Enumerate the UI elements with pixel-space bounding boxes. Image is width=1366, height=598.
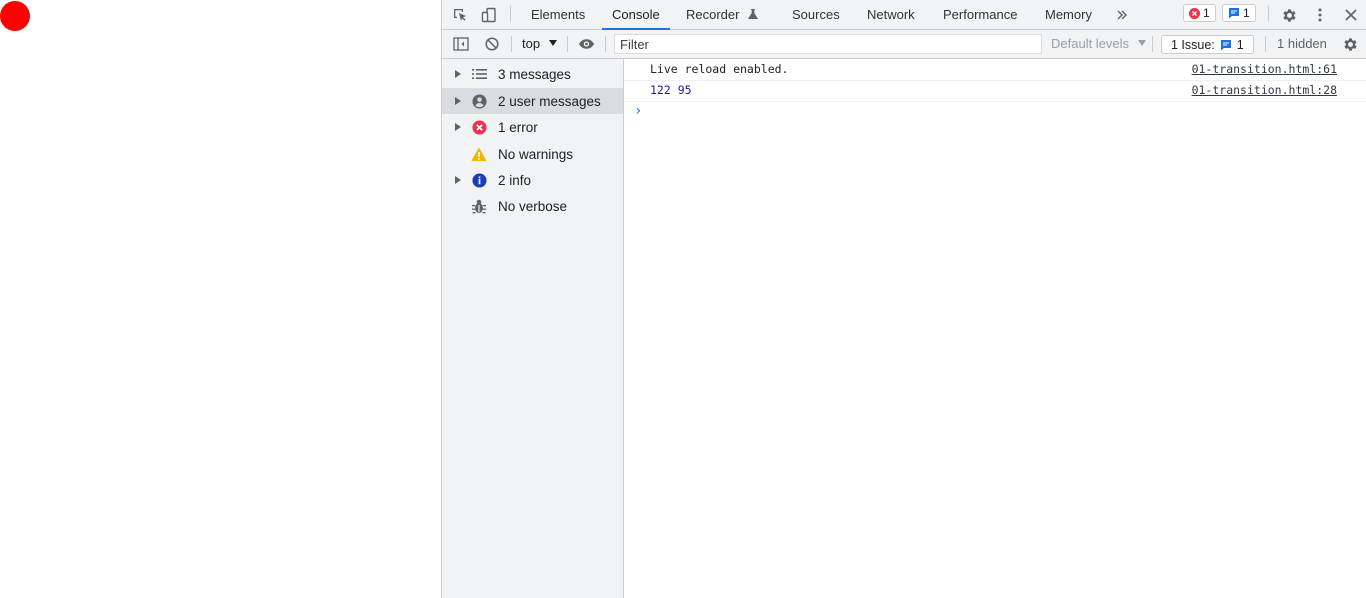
console-settings-gear-icon[interactable] [1340, 34, 1360, 54]
context-label: top [522, 36, 541, 51]
error-icon [471, 119, 487, 135]
info-icon [471, 172, 487, 188]
devtools-panel: Elements Console Recorder Sources Networ… [441, 0, 1366, 598]
issues-button[interactable]: 1 Issue: 1 [1161, 35, 1254, 54]
tab-performance[interactable]: Performance [943, 0, 1017, 29]
separator [605, 36, 606, 52]
inspect-element-icon[interactable] [450, 5, 470, 25]
list-icon [471, 66, 487, 82]
tab-elements[interactable]: Elements [531, 0, 585, 29]
tab-recorder-label: Recorder [686, 7, 740, 22]
tab-sources[interactable]: Sources [792, 0, 840, 29]
context-selector[interactable]: top [522, 30, 557, 58]
log-levels-dropdown[interactable]: Default levels [1051, 30, 1146, 58]
expand-arrow-icon [455, 123, 461, 131]
close-icon[interactable] [1341, 5, 1361, 25]
red-circle [0, 1, 30, 31]
dropdown-arrow-icon [548, 40, 557, 46]
issues-label: 1 Issue: [1171, 37, 1215, 52]
sidebar-item-info[interactable]: 2 info [442, 167, 623, 193]
separator [1152, 36, 1153, 52]
separator [1268, 6, 1269, 22]
message-count-badge[interactable]: 1 [1222, 4, 1256, 22]
error-count: 1 [1203, 6, 1210, 20]
expand-arrow-icon [455, 97, 461, 105]
console-toolbar: top Default levels 1 Issue: 1 1 hidden [442, 30, 1366, 59]
devtools-tabbar: Elements Console Recorder Sources Networ… [442, 0, 1366, 30]
clear-console-icon[interactable] [482, 34, 502, 54]
sidebar-item-label: No warnings [498, 146, 574, 162]
device-toolbar-icon[interactable] [479, 5, 499, 25]
more-options-icon[interactable] [1310, 5, 1330, 25]
separator [511, 36, 512, 52]
message-text: 122 95 [650, 83, 692, 97]
sidebar-item-label: No verbose [498, 198, 568, 214]
console-prompt-chevron-icon[interactable]: › [634, 103, 642, 119]
bug-icon [471, 198, 487, 214]
message-icon [1228, 7, 1240, 19]
expand-arrow-icon [455, 176, 461, 184]
filter-input[interactable] [614, 34, 1042, 54]
settings-gear-icon[interactable] [1279, 5, 1299, 25]
source-link[interactable]: 01-transition.html:61 [1192, 62, 1337, 76]
tab-memory[interactable]: Memory [1045, 0, 1092, 29]
sidebar-item-messages[interactable]: 3 messages [442, 61, 623, 87]
console-output: Live reload enabled. 01-transition.html:… [624, 59, 1366, 598]
tab-recorder[interactable]: Recorder [686, 0, 759, 29]
tab-network[interactable]: Network [867, 0, 915, 29]
more-tabs-icon[interactable] [1112, 5, 1132, 25]
sidebar-item-verbose[interactable]: No verbose [442, 193, 623, 219]
sidebar-item-label: 2 info [498, 172, 532, 188]
user-icon [471, 93, 487, 109]
expand-arrow-icon [455, 70, 461, 78]
page-viewport [0, 0, 441, 598]
issue-message-icon [1220, 39, 1232, 51]
flask-icon [747, 1, 759, 30]
sidebar-item-errors[interactable]: 1 error [442, 114, 623, 140]
source-link[interactable]: 01-transition.html:28 [1192, 83, 1337, 97]
message-text: Live reload enabled. [650, 62, 789, 76]
error-count-badge[interactable]: 1 [1183, 4, 1216, 22]
live-expression-eye-icon[interactable] [576, 34, 596, 54]
sidebar-item-label: 3 messages [498, 66, 571, 82]
tab-console[interactable]: Console [602, 0, 670, 30]
hidden-count: 1 hidden [1277, 36, 1327, 51]
separator [1265, 36, 1266, 52]
sidebar-toggle-icon[interactable] [451, 34, 471, 54]
error-icon [1189, 7, 1200, 19]
message-count: 1 [1243, 6, 1250, 20]
console-sidebar: 3 messages 2 user messages 1 error No wa… [442, 59, 624, 598]
sidebar-item-warnings[interactable]: No warnings [442, 141, 623, 167]
sidebar-item-label: 1 error [498, 119, 538, 135]
issues-count: 1 [1236, 37, 1244, 52]
dropdown-arrow-icon [1137, 40, 1146, 46]
log-levels-label: Default levels [1051, 36, 1130, 51]
separator [567, 36, 568, 52]
warning-icon [471, 146, 487, 162]
console-message: Live reload enabled. 01-transition.html:… [624, 59, 1366, 81]
sidebar-item-label: 2 user messages [498, 93, 601, 109]
separator [510, 6, 511, 22]
console-message: 122 95 01-transition.html:28 [624, 80, 1366, 102]
sidebar-item-user-messages[interactable]: 2 user messages [442, 88, 623, 114]
